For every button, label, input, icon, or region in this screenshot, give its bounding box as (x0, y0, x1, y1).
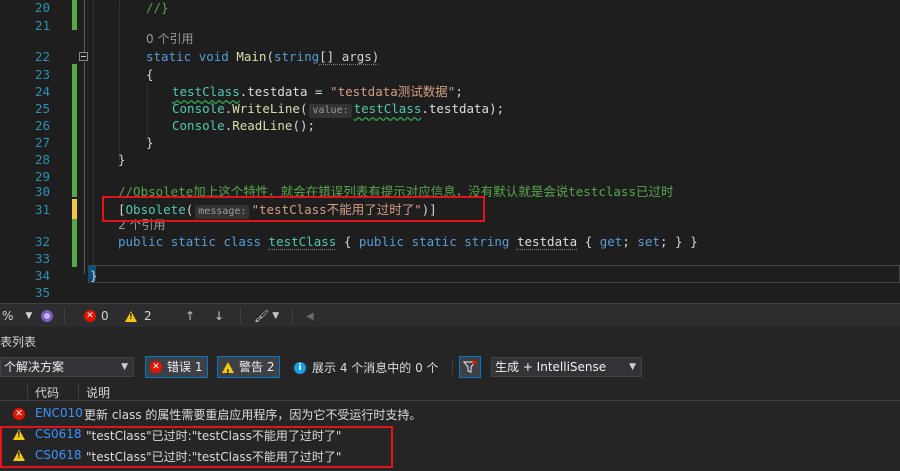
collapse-icon[interactable] (79, 52, 88, 61)
code-editor[interactable]: 20 21 22 23 24 25 26 27 28 29 30 31 32 3… (0, 0, 900, 303)
messages-filter-button[interactable]: i 展示 4 个消息中的 0 个 (294, 359, 439, 376)
line-number: 32 (34, 234, 50, 249)
errors-filter-button[interactable]: ✕ 错误 1 (145, 356, 209, 378)
chevron-down-icon: ▼ (121, 362, 128, 372)
warning-icon (222, 361, 234, 383)
fold-guide (84, 0, 85, 52)
warning-count[interactable]: 2 (125, 308, 152, 324)
code-line-27: } (146, 135, 154, 150)
arrow-down-icon[interactable]: ↓ (214, 308, 224, 324)
line-number: 28 (34, 152, 50, 167)
column-header: 代码 说明 (0, 382, 900, 401)
info-icon: i (294, 361, 306, 374)
error-list-panel: 表列表 个解决方案▼ ✕错误 1 警告 2 i展示 4 个消息中的 0 个 生成… (0, 327, 900, 471)
line-number: 27 (34, 135, 50, 150)
current-line-highlight (88, 265, 900, 283)
scope-dropdown[interactable]: 个解决方案 ▼ (0, 357, 134, 377)
code-line-23: { (146, 67, 154, 82)
code-line-25: Console.WriteLine(value: testClass.testda… (172, 101, 505, 118)
arrow-up-icon[interactable]: ↑ (185, 308, 195, 324)
line-number: 34 (34, 268, 50, 283)
brush-icon[interactable]: 🖌 ▼ (254, 308, 279, 324)
code-line-20: //} (146, 0, 169, 15)
code-line-22: static void Main(string[] args) (146, 49, 380, 64)
fold-guide (84, 62, 85, 274)
chevron-down-icon: ▼ (629, 362, 636, 372)
code-line-32: public static class testClass { public s… (118, 234, 698, 249)
line-number: 35 (34, 285, 50, 300)
line-number: 30 (34, 184, 50, 199)
change-marker (72, 219, 77, 267)
chevron-down-icon: ▼ (25, 311, 33, 321)
column-code[interactable]: 代码 (35, 384, 59, 401)
line-number: 22 (34, 49, 50, 64)
line-number: 25 (34, 101, 50, 116)
error-code-link[interactable]: ENC010 (35, 406, 83, 420)
error-row[interactable]: ✕ ENC010 更新 class 的属性需要重启应用程序，因为它不受运行时支持… (0, 403, 900, 424)
annotation-highlight-box (102, 196, 485, 222)
line-number: 23 (34, 67, 50, 82)
code-line-24: testClass.testdata = "testdata测试数据"; (172, 84, 463, 99)
code-line-28: } (118, 152, 126, 167)
line-number: 33 (34, 251, 50, 266)
error-icon: ✕ (150, 361, 162, 373)
error-count[interactable]: ✕ 0 (84, 308, 109, 324)
zoom-level[interactable]: % ▼ (2, 308, 32, 324)
line-number-gutter: 20 21 22 23 24 25 26 27 28 29 30 31 32 3… (0, 0, 60, 303)
scroll-left-icon[interactable]: ◀ (306, 308, 314, 324)
error-icon: ✕ (13, 408, 25, 420)
error-icon: ✕ (84, 310, 96, 322)
error-description: 更新 class 的属性需要重启应用程序，因为它不受运行时支持。 (84, 408, 422, 422)
filter-icon[interactable] (459, 356, 481, 378)
editor-status-bar: % ▼ ✕ 0 2 ↑ ↓ 🖌▼ ◀ (0, 303, 900, 327)
codelens-references[interactable]: 0 个引用 (146, 31, 193, 48)
annotation-highlight-box (0, 426, 393, 468)
line-number: 21 (34, 18, 50, 33)
indent-guide (147, 83, 148, 135)
panel-title: 表列表 (0, 335, 37, 349)
column-description[interactable]: 说明 (86, 384, 110, 401)
inline-parameter-hint: value: (309, 104, 352, 118)
error-list-toolbar: 个解决方案▼ ✕错误 1 警告 2 i展示 4 个消息中的 0 个 生成 + I… (0, 354, 900, 383)
change-marker (72, 64, 77, 197)
code-line-34: } (90, 268, 98, 283)
warnings-filter-button[interactable]: 警告 2 (217, 356, 281, 383)
copilot-icon[interactable] (40, 308, 54, 324)
line-number: 26 (34, 118, 50, 133)
line-number: 31 (34, 202, 50, 217)
unsaved-change-marker (72, 199, 77, 219)
indent-guide (93, 0, 94, 265)
line-number: 20 (34, 0, 50, 15)
code-line-26: Console.ReadLine(); (172, 118, 316, 133)
line-number: 24 (34, 84, 50, 99)
indent-guide (119, 0, 120, 160)
warning-icon (125, 310, 137, 322)
change-marker (72, 0, 77, 30)
build-source-dropdown[interactable]: 生成 + IntelliSense ▼ (491, 357, 642, 377)
